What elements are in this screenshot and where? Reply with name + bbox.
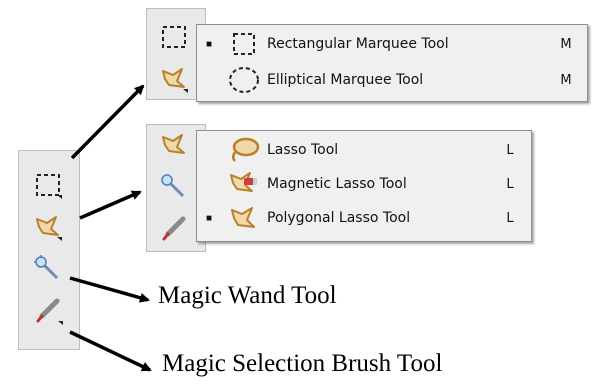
caption-selection-brush: Magic Selection Brush Tool — [162, 350, 443, 377]
arrow-to-brush-caption — [69, 330, 152, 372]
arrow-to-lasso-flyout — [79, 190, 142, 220]
caption-magic-wand: Magic Wand Tool — [158, 282, 337, 309]
arrow-to-marquee-flyout — [70, 84, 145, 160]
callout-arrows — [69, 84, 152, 372]
arrow-to-magic-wand-caption — [69, 276, 150, 303]
